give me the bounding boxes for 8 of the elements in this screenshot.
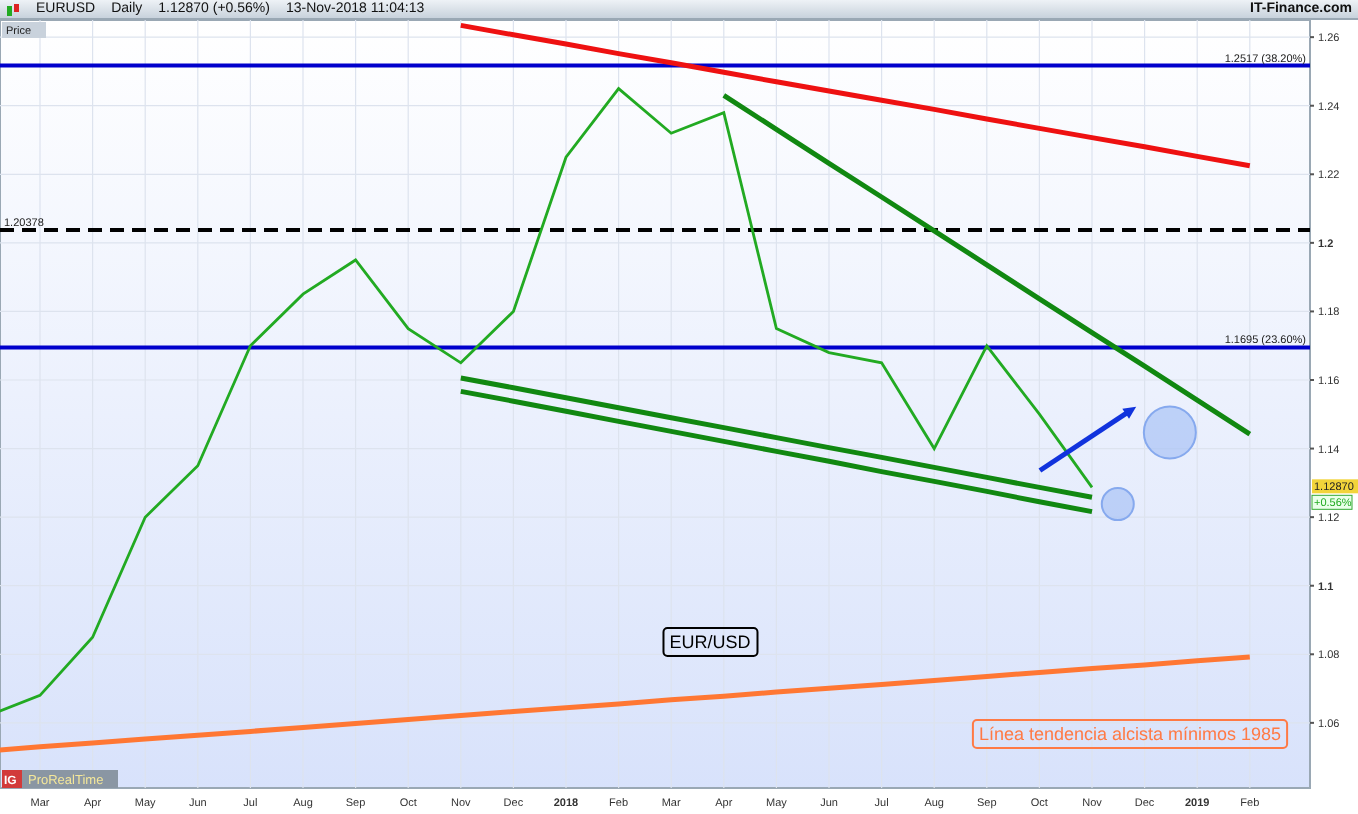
annotation: Línea tendencia alcista mínimos 1985 xyxy=(978,724,1282,744)
annotation-box: EUR/USD xyxy=(662,627,759,657)
annotation: EUR/USD xyxy=(669,632,752,652)
annotation-box: Línea tendencia alcista mínimos 1985 xyxy=(971,719,1289,749)
highlight-circle xyxy=(1100,487,1135,522)
highlight-circle xyxy=(1142,405,1197,460)
candles-icon xyxy=(6,1,20,17)
arrow xyxy=(1038,406,1137,473)
